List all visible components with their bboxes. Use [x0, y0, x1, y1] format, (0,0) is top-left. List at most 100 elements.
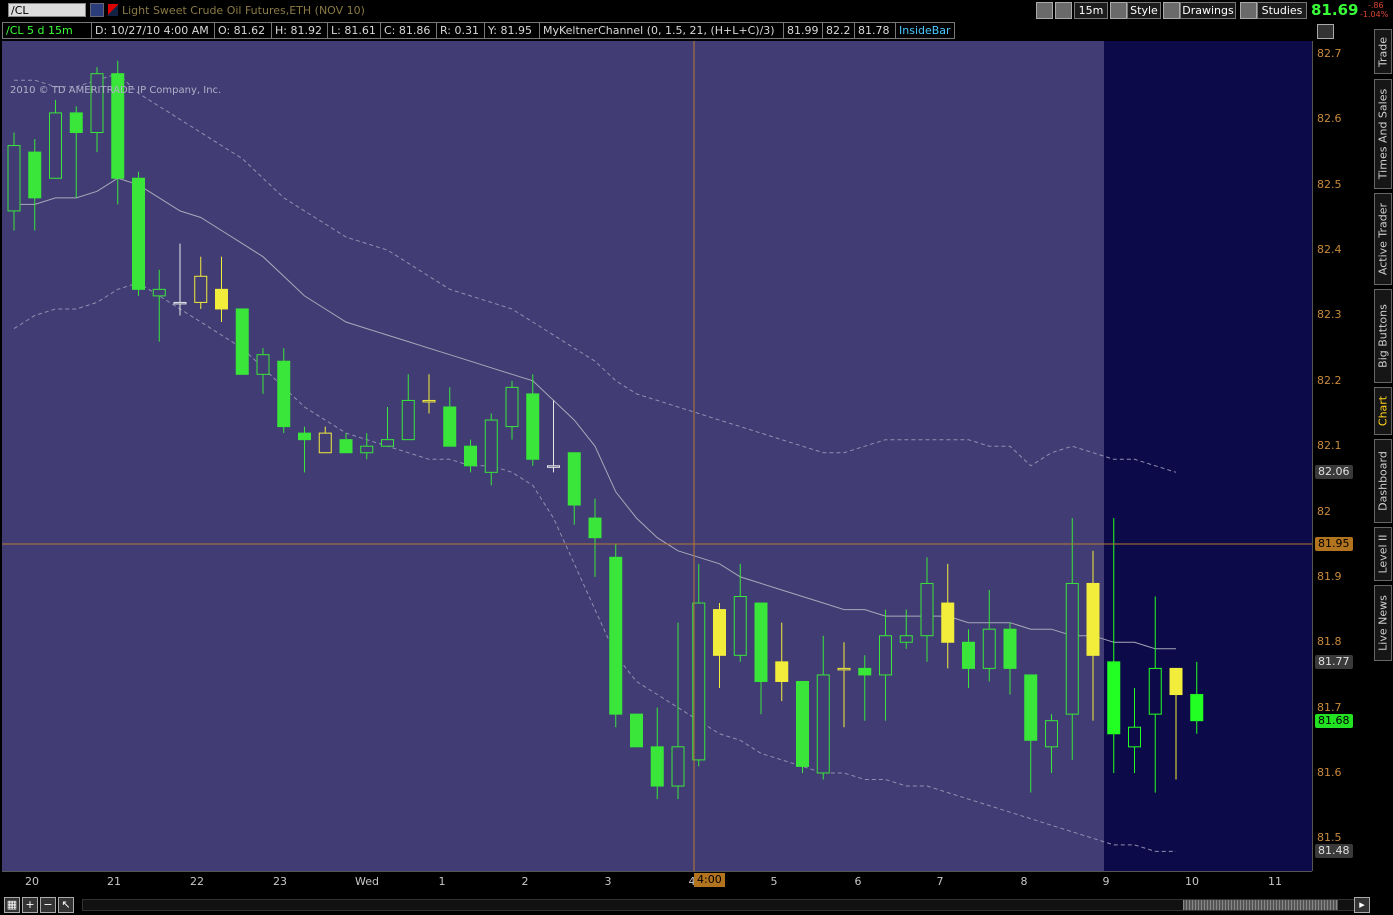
tab-trade[interactable]: Trade	[1374, 29, 1392, 74]
right-tab-strip: Trade Times And Sales Active Trader Big But…	[1372, 21, 1393, 901]
tab-dashboard[interactable]: Dashboard	[1374, 439, 1392, 523]
bar-low: L: 81.61	[327, 22, 381, 39]
price-tick-label: 81.9	[1317, 569, 1342, 583]
candle-body	[588, 517, 602, 539]
candle-body	[298, 432, 311, 441]
timeframe-icon[interactable]	[1055, 2, 1072, 19]
bar-date: D: 10/27/10 4:00 AM	[91, 22, 215, 39]
insidebar-study-label[interactable]: InsideBar	[895, 22, 955, 39]
style-button[interactable]: Style	[1127, 2, 1161, 19]
pointer-icon[interactable]: ↖	[58, 897, 74, 913]
candle-body	[1148, 667, 1162, 715]
candle-body	[152, 288, 166, 297]
study-mid-value: 82.2	[822, 22, 855, 39]
time-tick-label: 8	[1020, 875, 1028, 888]
candle-body	[381, 439, 394, 447]
cursor-y-value: Y: 81.95	[484, 22, 540, 39]
candle-body	[49, 112, 62, 179]
middle-band-price-label: 81.77	[1315, 654, 1353, 669]
upper-band-price-label: 82.06	[1315, 465, 1353, 480]
price-tick-label: 81.5	[1317, 831, 1342, 845]
chart-scrollbar[interactable]	[82, 899, 1367, 911]
candle-body	[1190, 694, 1204, 722]
last-price-label: 81.68	[1315, 713, 1353, 728]
crosshair-tool-icon[interactable]	[1036, 2, 1053, 19]
symbol-period-label[interactable]: /CL 5 d 15m	[2, 22, 92, 39]
candle-body	[339, 439, 353, 454]
tab-label: Trade	[1376, 36, 1390, 67]
tab-level-ii[interactable]: Level II	[1374, 527, 1392, 581]
candle	[630, 713, 643, 748]
candle	[609, 544, 623, 728]
zoom-out-icon[interactable]: −	[40, 897, 56, 913]
candle-body	[899, 635, 913, 643]
candle-body	[1003, 628, 1017, 669]
zoom-window-icon[interactable]: ▦	[4, 897, 20, 913]
candle-body	[1107, 661, 1121, 735]
drawings-button[interactable]: Drawings	[1180, 2, 1236, 19]
chart-settings-icon[interactable]	[1317, 24, 1334, 39]
style-icon[interactable]	[1110, 2, 1127, 19]
tab-chart[interactable]: Chart	[1374, 387, 1392, 435]
time-tick-label: 3	[604, 875, 612, 888]
instrument-title: Light Sweet Crude Oil Futures,ETH (NOV 1…	[122, 4, 365, 17]
tab-label: Live News	[1376, 595, 1390, 651]
candle-body	[7, 145, 21, 212]
symbol-input[interactable]: /CL	[8, 3, 86, 17]
candle-body	[69, 112, 83, 133]
cursor-time-label: 4:00	[694, 873, 725, 887]
tab-label: Level II	[1376, 534, 1390, 574]
candle-body	[443, 406, 457, 447]
top-toolbar: /CL Light Sweet Crude Oil Futures,ETH (N…	[0, 0, 1393, 21]
candle-body	[464, 445, 477, 467]
tab-live-news[interactable]: Live News	[1374, 585, 1392, 661]
timeframe-button[interactable]: 15m	[1074, 2, 1108, 19]
time-axis[interactable]: 20 21 22 23 Wed 1 2 3 4 5 6 7 8 9 10 11 4:00	[2, 871, 1312, 894]
studies-icon[interactable]	[1240, 2, 1257, 19]
chart-canvas[interactable]	[2, 41, 1312, 871]
zoom-in-icon[interactable]: +	[22, 897, 38, 913]
candle	[796, 680, 809, 773]
time-tick-label: 11	[1268, 875, 1282, 888]
copyright-text: 2010 © TD AMERITRADE IP Company, Inc.	[10, 85, 222, 96]
price-tick-label: 82	[1317, 504, 1331, 518]
candle-body	[277, 360, 291, 428]
price-axis[interactable]: 82.7 82.6 82.5 82.4 82.3 82.2 82.1 82 81.9 81.8 81…	[1312, 41, 1359, 871]
tab-active-trader[interactable]: Active Trader	[1374, 193, 1392, 285]
candle-body	[816, 674, 830, 774]
candle-body	[962, 641, 975, 669]
price-change: -.86	[1368, 1, 1384, 10]
time-tick-label: 23	[273, 875, 287, 888]
candle-body	[505, 386, 519, 428]
price-tick-label: 82.7	[1317, 47, 1342, 61]
candle-body	[547, 465, 560, 468]
candle-body	[28, 151, 42, 199]
price-tick-label: 82.6	[1317, 112, 1342, 126]
candle-body	[1024, 674, 1038, 741]
candle-body	[982, 628, 996, 669]
candle-body	[484, 419, 498, 473]
study-upper-value: 81.99	[783, 22, 823, 39]
scroll-right-icon[interactable]: ▸	[1354, 897, 1370, 913]
symbol-lookup-button[interactable]	[90, 3, 104, 17]
studies-button[interactable]: Studies	[1257, 2, 1307, 19]
bottom-toolbar: ▦ + − ↖ ▸	[0, 895, 1393, 915]
scrollbar-thumb[interactable]	[1183, 900, 1338, 910]
price-tick-label: 82.1	[1317, 439, 1342, 453]
price-chart[interactable]: 2010 © TD AMERITRADE IP Company, Inc.	[2, 41, 1312, 871]
bar-close: C: 81.86	[380, 22, 437, 39]
candle-body	[173, 301, 187, 305]
candle-body	[132, 177, 145, 290]
study-label[interactable]: MyKeltnerChannel (0, 1.5, 21, (H+L+C)/3)	[539, 22, 784, 39]
cursor-price-label: 81.95	[1315, 537, 1353, 552]
candle-body	[920, 582, 934, 637]
drawings-icon[interactable]	[1163, 2, 1180, 19]
candle-body	[650, 746, 664, 787]
bar-range: R: 0.31	[436, 22, 485, 39]
tab-times-and-sales[interactable]: Times And Sales	[1374, 79, 1392, 189]
time-tick-label: 2	[521, 875, 529, 888]
candle-body	[1086, 582, 1100, 656]
candle	[277, 348, 291, 434]
tab-big-buttons[interactable]: Big Buttons	[1374, 289, 1392, 383]
time-tick-label: 9	[1102, 875, 1110, 888]
